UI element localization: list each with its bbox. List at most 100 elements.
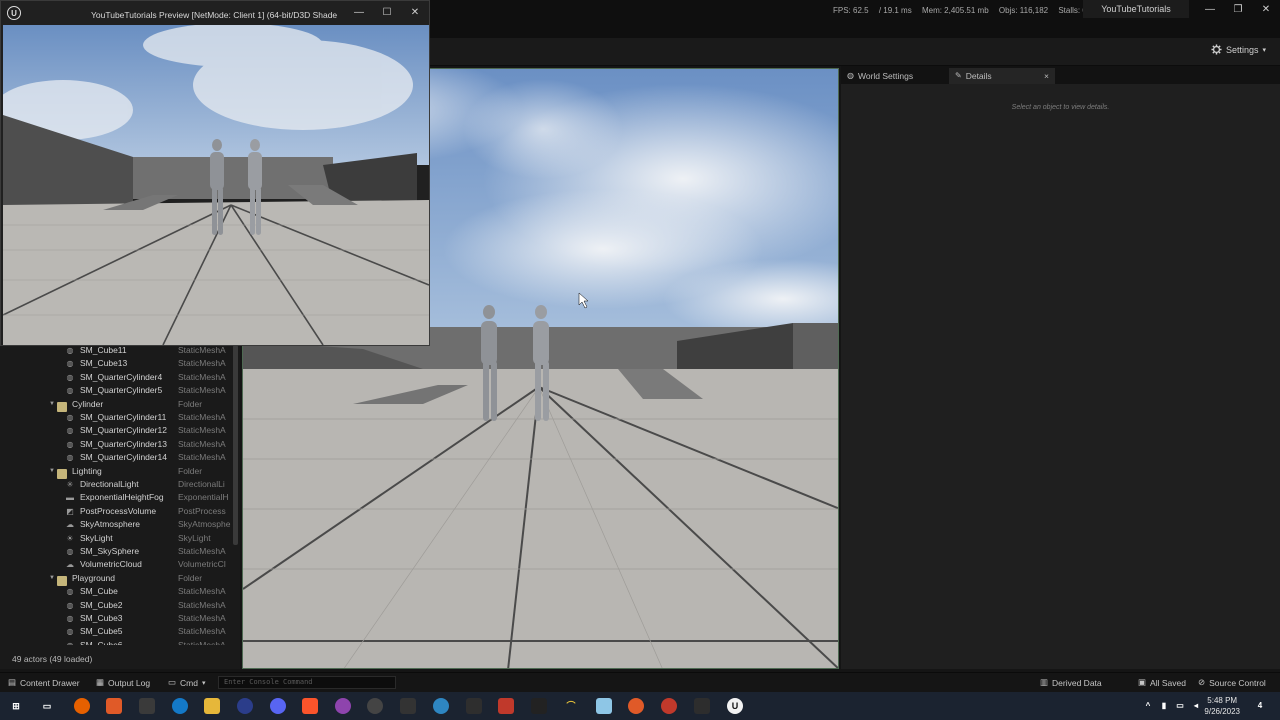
drawer-icon: ▤ (8, 677, 17, 687)
task-view-icon[interactable]: ▭ (39, 698, 55, 714)
outliner-actor-row[interactable]: ◍ SM_Cube5 StaticMeshA (0, 626, 232, 639)
outliner-actor-row[interactable]: ✳ DirectionalLight DirectionalLi (0, 479, 232, 492)
close-button[interactable]: ✕ (1258, 3, 1274, 17)
output-log-button[interactable]: ▦ Output Log (96, 677, 150, 688)
expand-arrow-icon[interactable]: ▼ (49, 575, 55, 581)
project-tab[interactable]: YouTubeTutorials (1083, 0, 1189, 18)
outliner-actor-row[interactable]: ▬ ExponentialHeightFog ExponentialH (0, 492, 232, 505)
preview-close-button[interactable]: ✕ (407, 6, 423, 20)
network-icon[interactable]: ▭ (1172, 698, 1188, 714)
notification-icon[interactable]: 4 (1252, 698, 1268, 714)
microphone-icon[interactable]: ▮ (1156, 698, 1172, 714)
console-input[interactable]: Enter Console Command (218, 676, 396, 689)
mesh-icon: ◍ (66, 359, 74, 369)
obs-icon[interactable] (661, 698, 677, 714)
chevron-up-icon[interactable]: ^ (1140, 698, 1156, 714)
volume-icon: ◩ (66, 506, 74, 516)
outliner-actor-row[interactable]: ◍ SM_QuarterCylinder13 StaticMeshA (0, 439, 232, 452)
taskbar-clock[interactable]: 5:48 PM 9/26/2023 (1204, 695, 1240, 717)
details-empty-message: Select an object to view details. (1011, 104, 1110, 111)
outliner-actor-row[interactable]: ◍ SM_Cube3 StaticMeshA (0, 613, 232, 626)
blender-icon[interactable] (106, 698, 122, 714)
brave-icon[interactable] (302, 698, 318, 714)
outliner-item-type: Folder (178, 572, 203, 583)
app-icon-17[interactable] (596, 698, 612, 714)
database-icon: ▥ (1040, 677, 1049, 687)
windows-taskbar: ⊞ ▭ ⌒ U ^ ▮ ▭ ◂ 5:48 PM 9/26/2023 4 (0, 692, 1280, 720)
outliner-actor-row[interactable]: ◍ SM_Cube StaticMeshA (0, 586, 232, 599)
tab-close-icon[interactable]: × (1044, 68, 1049, 84)
expand-arrow-icon[interactable]: ▼ (49, 468, 55, 474)
outliner-actor-row[interactable]: ☁ VolumetricCloud VolumetricCl (0, 559, 232, 572)
preview-minimize-button[interactable]: — (351, 6, 367, 20)
clock-date: 9/26/2023 (1204, 707, 1240, 716)
app-icon-3[interactable] (139, 698, 155, 714)
firefox-icon[interactable] (74, 698, 90, 714)
tab-details[interactable]: ✎ Details × (949, 68, 1055, 84)
outliner-folder-row[interactable]: ▼ Lighting Folder (0, 466, 232, 479)
world-outliner: ◍ SM_Cube11 StaticMeshA ◍ SM_Cube13 StaticMes… (0, 345, 240, 669)
app-icon-12[interactable] (433, 698, 449, 714)
all-saved-label: All Saved (1150, 677, 1186, 688)
file-explorer-icon[interactable] (204, 698, 220, 714)
app-icon-6[interactable] (237, 698, 253, 714)
mesh-icon: ◍ (66, 614, 74, 623)
outliner-actor-row[interactable]: ◍ SM_QuarterCylinder11 StaticMeshA (0, 412, 232, 425)
mesh-icon: ◍ (66, 426, 74, 436)
derived-data-button[interactable]: ▥ Derived Data (1040, 677, 1102, 688)
tab-world-settings[interactable]: ◍ World Settings (841, 68, 919, 84)
outliner-item-name: Playground (72, 572, 116, 583)
outliner-folder-row[interactable]: ▼ Cylinder Folder (0, 399, 232, 412)
mesh-icon: ◍ (66, 439, 74, 449)
outliner-item-type: StaticMeshA (178, 626, 226, 637)
settings-label: Settings (1225, 44, 1259, 55)
windows-start-icon[interactable]: ⊞ (8, 698, 24, 714)
inkscape-icon[interactable] (400, 698, 416, 714)
expand-arrow-icon[interactable]: ▼ (49, 401, 55, 407)
outliner-actor-row[interactable]: ◍ SM_Cube2 StaticMeshA (0, 600, 232, 613)
pie-preview-window[interactable]: U YouTubeTutorials Preview [NetMode: Cli… (0, 0, 430, 346)
blender-icon-2[interactable] (628, 698, 644, 714)
speaker-icon[interactable]: ◂ (1188, 698, 1204, 714)
outliner-actor-row[interactable]: ◍ SM_QuarterCylinder12 StaticMeshA (0, 425, 232, 438)
minimize-button[interactable]: — (1202, 3, 1218, 17)
discord-icon[interactable] (270, 698, 286, 714)
app-icon-13[interactable] (466, 698, 482, 714)
app-icon-20[interactable] (694, 698, 710, 714)
edge-icon[interactable] (172, 698, 188, 714)
all-saved-button[interactable]: ▣ All Saved (1138, 677, 1186, 688)
player-character-1 (481, 305, 497, 421)
cmd-dropdown[interactable]: ▭ Cmd ▾ (168, 677, 206, 688)
outliner-scrollbar[interactable] (233, 345, 238, 545)
outliner-folder-row[interactable]: ▼ Playground Folder (0, 573, 232, 586)
unreal-engine-taskbar-icon[interactable]: U (727, 698, 743, 714)
epic-games-icon[interactable] (531, 698, 547, 714)
outliner-item-type: SkyAtmosphe (178, 519, 231, 530)
content-drawer-button[interactable]: ▤ Content Drawer (8, 677, 80, 688)
outliner-actor-row[interactable]: ◍ SM_Cube6 StaticMeshA (0, 640, 232, 645)
outliner-actor-row[interactable]: ☀ SkyLight SkyLight (0, 533, 232, 546)
outliner-actor-row[interactable]: ◍ SM_QuarterCylinder4 StaticMeshA (0, 372, 232, 385)
outliner-actor-row[interactable]: ◍ SM_SkySphere StaticMeshA (0, 546, 232, 559)
outliner-actor-row[interactable]: ☁ SkyAtmosphere SkyAtmosphe (0, 519, 232, 532)
outliner-actor-row[interactable]: ◍ SM_Cube13 StaticMeshA (0, 358, 232, 371)
outliner-item-type: DirectionalLi (178, 479, 225, 489)
outliner-item-name: ExponentialHeightFog (80, 492, 164, 503)
outliner-actor-row[interactable]: ◍ SM_Cube11 StaticMeshA (0, 345, 232, 358)
outliner-actor-row[interactable]: ◍ SM_QuarterCylinder5 StaticMeshA (0, 385, 232, 398)
maximize-button[interactable]: ❐ (1230, 3, 1246, 17)
outliner-item-name: SM_QuarterCylinder5 (80, 385, 163, 396)
preview-viewport[interactable] (3, 25, 429, 345)
app-icon-9[interactable] (335, 698, 351, 714)
settings-button[interactable]: Settings ▾ (1211, 44, 1266, 55)
preview-character-2 (248, 139, 262, 235)
outliner-actor-row[interactable]: ◩ PostProcessVolume PostProcess (0, 506, 232, 519)
davinci-icon[interactable] (498, 698, 514, 714)
preview-maximize-button[interactable]: ☐ (379, 6, 395, 20)
light-icon: ✳ (66, 480, 74, 489)
notification-count: 4 (1257, 701, 1263, 710)
app-icon-16[interactable]: ⌒ (563, 698, 579, 714)
source-control-button[interactable]: ⊘ Source Control (1198, 677, 1266, 688)
github-icon[interactable] (367, 698, 383, 714)
outliner-actor-row[interactable]: ◍ SM_QuarterCylinder14 StaticMeshA (0, 452, 232, 465)
